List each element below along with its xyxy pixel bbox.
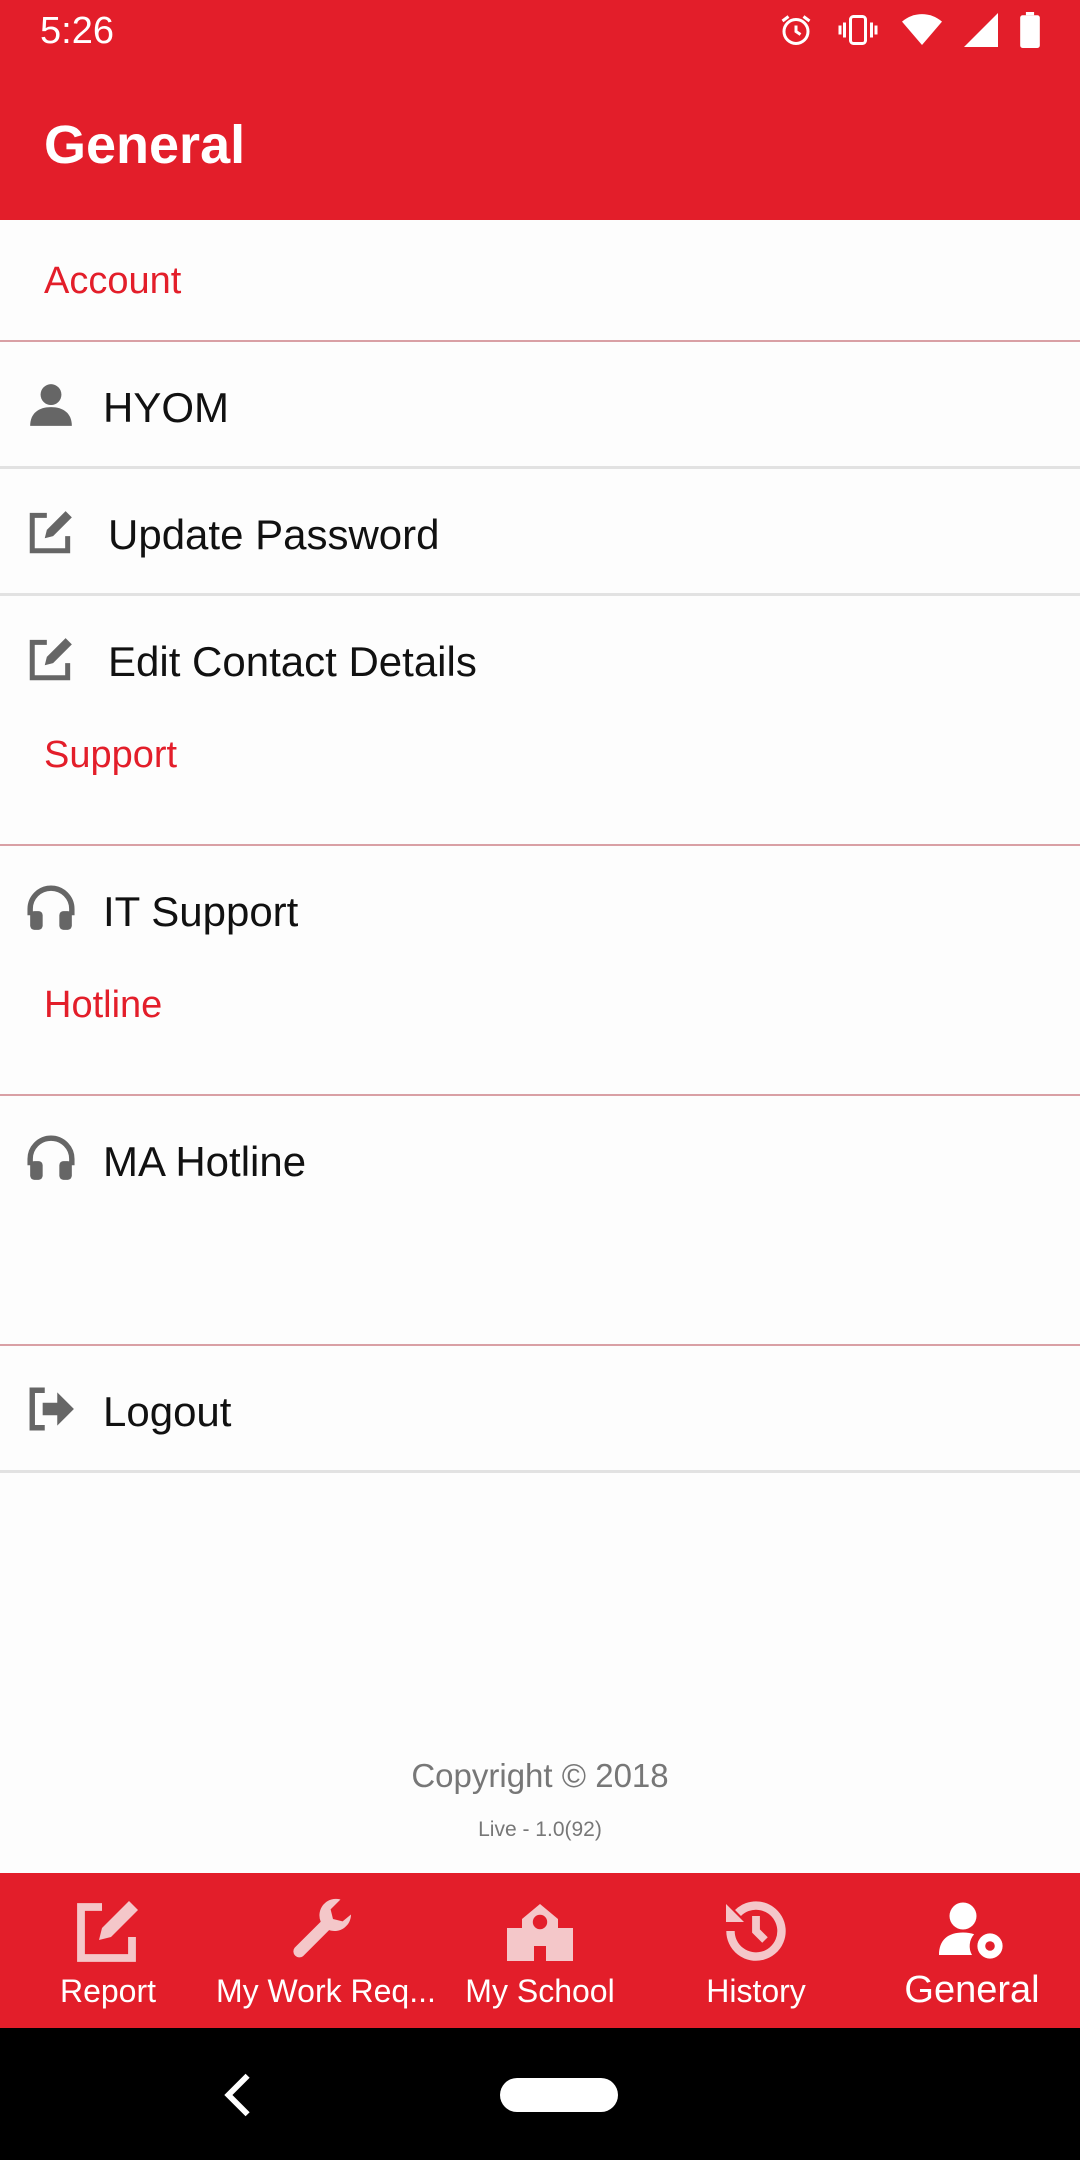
user-icon [30, 384, 72, 426]
home-button[interactable] [500, 2078, 618, 2112]
headset-icon [27, 885, 75, 930]
nav-report[interactable]: Report [0, 1873, 216, 2028]
status-time: 5:26 [40, 10, 114, 52]
section-header-hotline: Hotline [0, 970, 1080, 1096]
edit-contact-item[interactable]: Edit Contact Details [0, 596, 1080, 720]
nav-work-requests[interactable]: My Work Req... [216, 1873, 436, 2028]
section-title: Support [44, 734, 178, 776]
logout-label: Logout [103, 1388, 232, 1435]
copyright-text: Copyright © 2018 [411, 1757, 669, 1794]
status-bar: 5:26 [0, 0, 1080, 68]
edit-icon [77, 1901, 138, 1962]
update-password-item[interactable]: Update Password [0, 469, 1080, 596]
wifi-icon [902, 13, 942, 47]
bottom-navigation: Report My Work Req... My School History … [0, 1873, 1080, 2028]
nav-label: Report [59, 1973, 157, 2009]
user-name: HYOM [103, 384, 229, 431]
battery-icon [1020, 12, 1040, 48]
history-icon [726, 1901, 786, 1961]
alarm-icon [778, 12, 814, 48]
user-settings-icon [939, 1902, 1003, 1959]
nav-label: My School [465, 1973, 615, 2009]
nav-history[interactable]: History [648, 1873, 864, 2028]
headset-icon [27, 1135, 75, 1180]
page-title: General [44, 115, 246, 175]
app-bar: General [0, 68, 1080, 220]
wrench-icon [293, 1898, 351, 1958]
nav-general[interactable]: General [864, 1873, 1080, 2028]
edit-contact-label: Edit Contact Details [108, 638, 477, 685]
version-text: Live - 1.0(92) [478, 1818, 602, 1841]
logout-item[interactable]: Logout [0, 1346, 1080, 1473]
account-user-item[interactable]: HYOM [0, 342, 1080, 469]
signal-icon [964, 13, 998, 47]
section-title: Account [44, 260, 182, 302]
nav-label: History [706, 1973, 806, 2009]
section-header-account: Account [0, 220, 1080, 342]
divider [0, 1220, 1080, 1346]
section-header-support: Support [0, 720, 1080, 846]
logout-icon [29, 1387, 74, 1431]
system-navigation-bar [0, 2028, 1080, 2160]
back-icon[interactable] [220, 2070, 256, 2120]
ma-hotline-item[interactable]: MA Hotline [0, 1096, 1080, 1220]
settings-list: Account HYOM Update Password Edit Contac… [0, 220, 1080, 1473]
nav-label: My Work Req... [216, 1973, 436, 2009]
update-password-label: Update Password [108, 511, 440, 558]
school-icon [507, 1904, 573, 1961]
edit-icon [29, 511, 72, 554]
it-support-label: IT Support [103, 888, 299, 935]
section-title: Hotline [44, 984, 163, 1026]
it-support-item[interactable]: IT Support [0, 846, 1080, 970]
nav-my-school[interactable]: My School [432, 1873, 648, 2028]
ma-hotline-label: MA Hotline [103, 1138, 307, 1185]
nav-label: General [904, 1969, 1040, 2011]
vibrate-icon [836, 12, 880, 48]
edit-icon [29, 638, 72, 681]
